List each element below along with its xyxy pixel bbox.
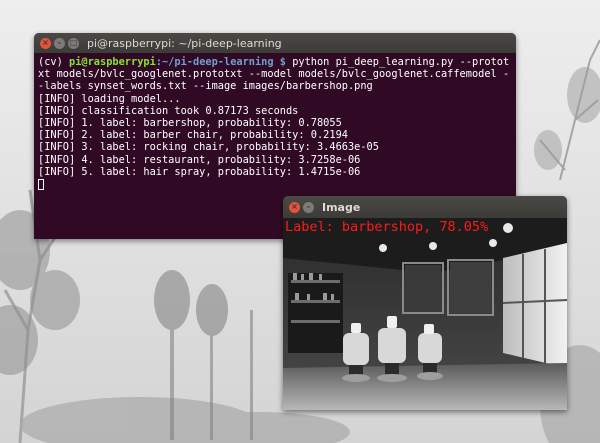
barbershop-photo (283, 218, 567, 410)
output-line: [INFO] 3. label: rocking chair, probabil… (38, 141, 379, 154)
output-line: [INFO] loading model... (38, 92, 181, 105)
terminal-titlebar[interactable]: × – □ pi@raspberrypi: ~/pi-deep-learning (34, 33, 516, 53)
close-button[interactable]: × (289, 201, 300, 213)
output-line: [INFO] 1. label: barbershop, probability… (38, 117, 342, 130)
classification-label: Label: barbershop, 78.05% (285, 219, 489, 235)
output-line: [INFO] 5. label: hair spray, probability… (38, 165, 361, 178)
terminal-title: pi@raspberrypi: ~/pi-deep-learning (87, 36, 282, 50)
window-controls: × – □ (40, 37, 79, 49)
close-button[interactable]: × (40, 37, 51, 49)
output-line: [INFO] classification took 0.87173 secon… (38, 104, 299, 117)
minimize-button[interactable]: – (54, 37, 65, 49)
prompt-env: (cv) (38, 56, 69, 68)
image-window-title: Image (322, 200, 361, 214)
prompt-user: pi@raspberrypi (69, 56, 156, 68)
terminal-cursor (38, 178, 44, 190)
prompt-path: :~/pi-deep-learning $ (155, 56, 293, 68)
minimize-button[interactable]: – (303, 201, 314, 213)
image-window-titlebar[interactable]: × – Image (283, 196, 567, 218)
maximize-button[interactable]: □ (68, 37, 79, 49)
output-line: [INFO] 4. label: restaurant, probability… (38, 153, 361, 166)
output-line: [INFO] 2. label: barber chair, probabili… (38, 129, 348, 142)
window-controls: × – (289, 201, 314, 213)
image-window[interactable]: × – Image Label: barbershop, 78.05% (283, 196, 567, 410)
terminal-output[interactable]: (cv) pi@raspberrypi:~/pi-deep-learning $… (34, 53, 516, 190)
